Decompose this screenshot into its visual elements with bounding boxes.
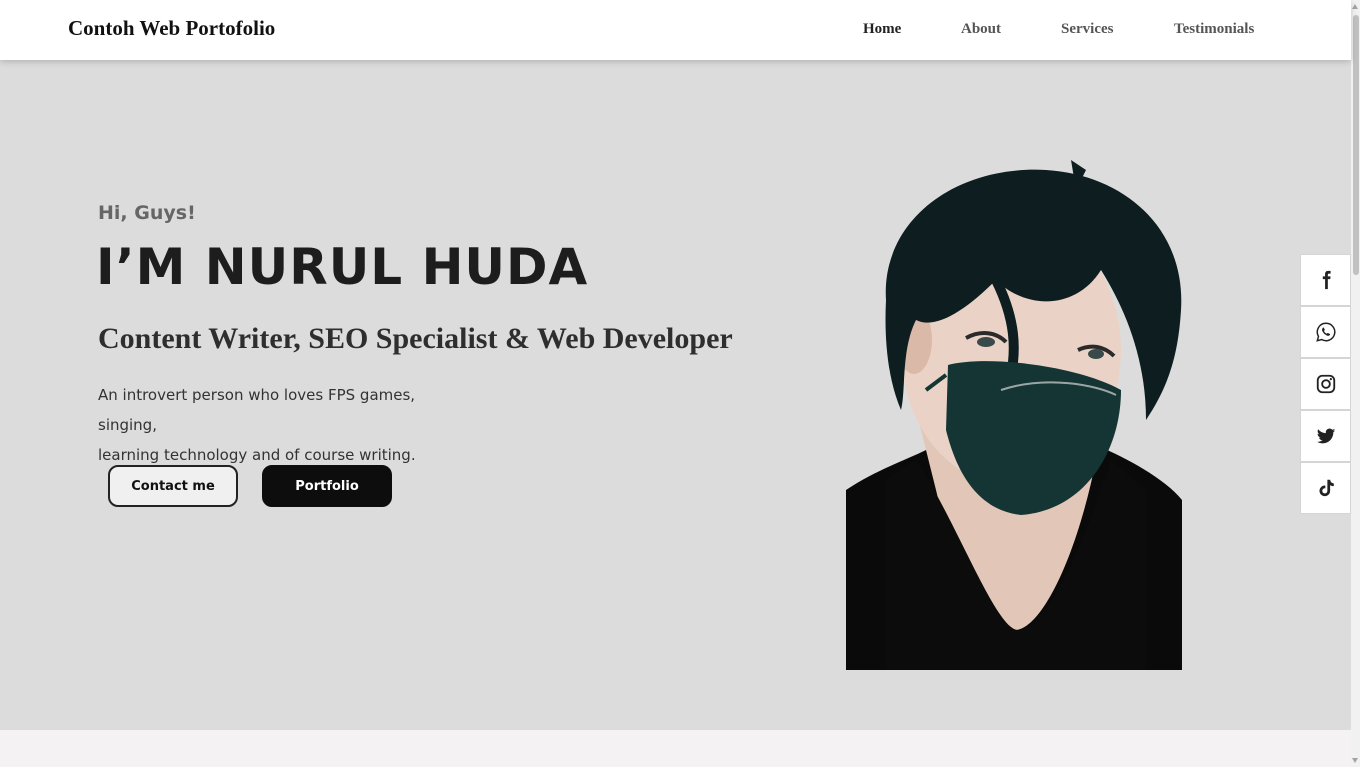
facebook-icon [1322, 270, 1331, 290]
instagram-icon [1316, 374, 1335, 394]
about-section-preview [0, 730, 1351, 767]
nav-item-testimonials[interactable]: Testimonials [1174, 21, 1254, 38]
hero-name: I’M NURUL HUDA [96, 238, 589, 296]
profile-portrait [846, 160, 1182, 670]
facebook-button[interactable] [1300, 254, 1351, 306]
whatsapp-icon [1315, 322, 1336, 342]
hero-bio: An introvert person who loves FPS games,… [98, 380, 478, 470]
main-nav: Home About Services Testimonials [0, 0, 1351, 60]
header-navbar: Contoh Web Portofolio Home About Service… [0, 0, 1351, 60]
tiktok-icon [1318, 479, 1334, 497]
twitter-icon [1316, 428, 1335, 444]
twitter-button[interactable] [1300, 410, 1351, 462]
nav-item-services[interactable]: Services [1061, 21, 1113, 38]
instagram-button[interactable] [1300, 358, 1351, 410]
nav-item-home[interactable]: Home [863, 21, 901, 38]
contact-me-button[interactable]: Contact me [108, 465, 238, 507]
whatsapp-button[interactable] [1300, 306, 1351, 358]
scroll-down-arrow-icon[interactable] [1352, 758, 1358, 763]
profile-portrait-image [846, 160, 1182, 670]
scroll-up-arrow-icon[interactable] [1352, 4, 1358, 9]
social-sidebar [1300, 254, 1351, 514]
hero-greeting: Hi, Guys! [98, 202, 196, 224]
hero-bio-line-2: learning technology and of course writin… [98, 446, 416, 464]
portfolio-button[interactable]: Portfolio [262, 465, 392, 507]
hero-role: Content Writer, SEO Specialist & Web Dev… [98, 322, 733, 355]
hero-section: Hi, Guys! I’M NURUL HUDA Content Writer,… [0, 60, 1351, 730]
scrollbar-thumb[interactable] [1353, 15, 1359, 275]
page-scrollbar[interactable] [1351, 0, 1360, 767]
tiktok-button[interactable] [1300, 462, 1351, 514]
hero-bio-line-1: An introvert person who loves FPS games,… [98, 386, 416, 434]
nav-item-about[interactable]: About [961, 21, 1001, 38]
